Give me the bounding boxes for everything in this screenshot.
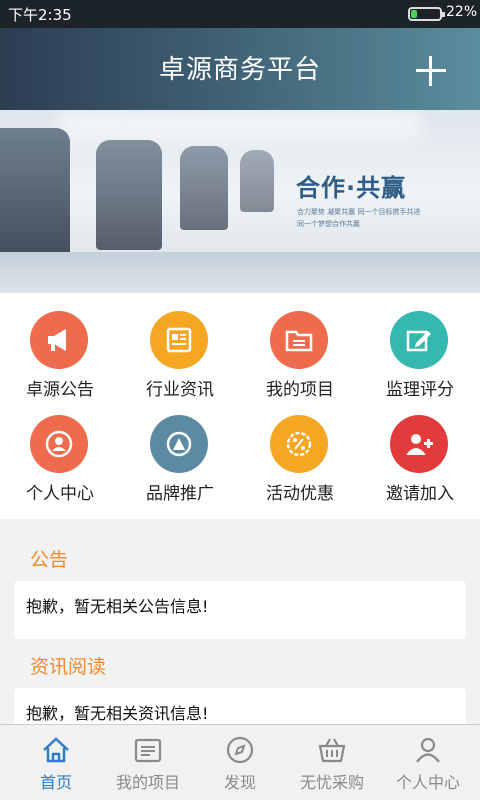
grid-item-announcement[interactable]: 卓源公告 bbox=[0, 293, 120, 400]
person-icon bbox=[30, 415, 88, 473]
grid-item-supervision-score[interactable]: 监理评分 bbox=[360, 293, 480, 400]
bottom-nav: 首页 我的项目 发现 无忧采购 个人中心 bbox=[0, 724, 480, 800]
grid-item-promotions[interactable]: 活动优惠 bbox=[240, 397, 360, 504]
nav-label: 个人中心 bbox=[395, 773, 460, 792]
project-icon bbox=[134, 738, 162, 763]
banner-slogan: 合作·共赢 bbox=[296, 174, 407, 202]
nav-label: 无忧采购 bbox=[299, 773, 364, 792]
nav-home[interactable]: 首页 bbox=[0, 725, 112, 800]
nav-personal-center[interactable]: 个人中心 bbox=[380, 725, 476, 800]
user-icon bbox=[416, 737, 440, 763]
nav-my-projects[interactable]: 我的项目 bbox=[100, 725, 196, 800]
basket-icon bbox=[318, 738, 346, 763]
add-user-icon bbox=[390, 415, 448, 473]
table-shape bbox=[0, 252, 480, 293]
grid-label: 品牌推广 bbox=[146, 484, 214, 504]
nav-label: 我的项目 bbox=[115, 773, 180, 792]
edit-icon bbox=[390, 311, 448, 369]
grid-item-invite[interactable]: 邀请加入 bbox=[360, 397, 480, 504]
banner-image[interactable]: 合作·共赢 合力聚势 凝聚共赢 同一个目标携手共进 同一个梦想合作共赢 bbox=[0, 110, 480, 293]
nav-label: 首页 bbox=[39, 773, 72, 792]
battery-icon bbox=[408, 7, 445, 21]
battery-percent: 22% bbox=[446, 4, 478, 20]
battery-level bbox=[411, 10, 417, 18]
feature-grid: 卓源公告 行业资讯 我的项目 监理评分 个人中心 品牌推广 活动优惠 邀请加入 bbox=[0, 293, 480, 519]
news-empty-text: 抱歉，暂无相关资讯信息! bbox=[26, 704, 209, 723]
chair-shape bbox=[180, 146, 228, 230]
announcement-empty-text: 抱歉，暂无相关公告信息! bbox=[26, 597, 209, 616]
announcement-title: 公告 bbox=[30, 549, 69, 571]
megaphone-icon bbox=[30, 311, 88, 369]
home-icon bbox=[43, 737, 69, 763]
app-header: 卓源商务平台 bbox=[0, 28, 480, 110]
announcement-card[interactable]: 抱歉，暂无相关公告信息! bbox=[14, 581, 466, 639]
banner-subtext-line: 同一个梦想合作共赢 bbox=[297, 220, 360, 228]
plus-icon[interactable] bbox=[414, 54, 448, 88]
page-title: 卓源商务平台 bbox=[158, 55, 321, 85]
nav-purchasing[interactable]: 无忧采购 bbox=[284, 725, 380, 800]
nav-discover[interactable]: 发现 bbox=[196, 725, 284, 800]
grid-label: 个人中心 bbox=[26, 484, 94, 504]
grid-item-industry-news[interactable]: 行业资讯 bbox=[120, 293, 240, 400]
newspaper-icon bbox=[150, 311, 208, 369]
grid-item-brand-promotion[interactable]: 品牌推广 bbox=[120, 397, 240, 504]
grid-item-my-projects[interactable]: 我的项目 bbox=[240, 293, 360, 400]
chair-shape bbox=[96, 140, 162, 250]
news-title: 资讯阅读 bbox=[30, 656, 107, 678]
grid-item-personal-center[interactable]: 个人中心 bbox=[0, 397, 120, 504]
discount-icon bbox=[270, 415, 328, 473]
status-bar: 下午2:35 22% bbox=[0, 0, 480, 28]
chair-shape bbox=[240, 150, 274, 212]
grid-label: 邀请加入 bbox=[386, 484, 454, 504]
nav-label: 发现 bbox=[223, 773, 256, 792]
status-time: 下午2:35 bbox=[8, 6, 72, 24]
compass-icon bbox=[226, 736, 254, 764]
folder-icon bbox=[270, 311, 328, 369]
brand-icon bbox=[150, 415, 208, 473]
grid-label: 活动优惠 bbox=[266, 484, 334, 504]
banner-subtext: 合力聚势 凝聚共赢 同一个目标携手共进 同一个梦想合作共赢 bbox=[297, 206, 420, 230]
banner-subtext-line: 合力聚势 凝聚共赢 同一个目标携手共进 bbox=[297, 208, 421, 216]
